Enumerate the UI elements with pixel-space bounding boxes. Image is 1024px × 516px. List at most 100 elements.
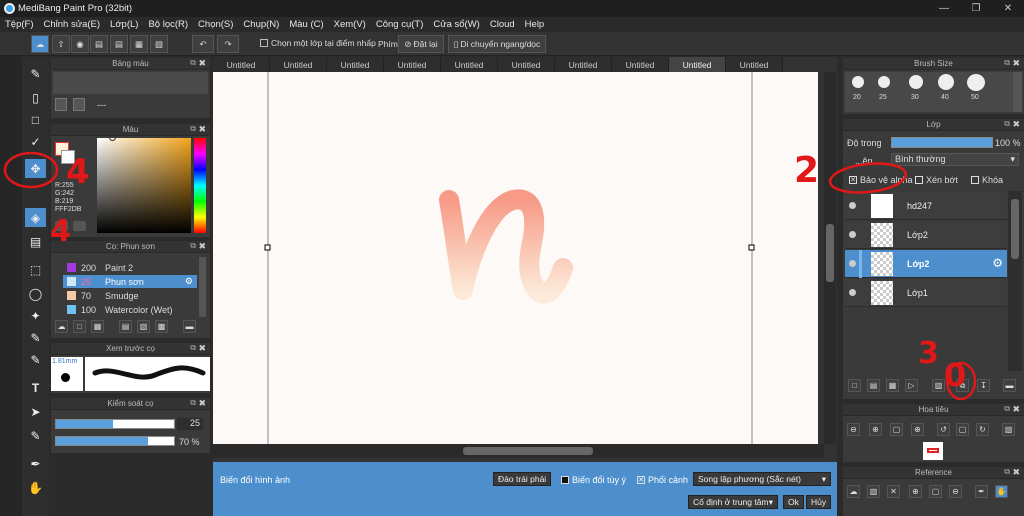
fill-tool-icon[interactable]: ◈ xyxy=(25,208,46,227)
color-picker-cursor[interactable] xyxy=(109,134,116,141)
magic-wand-icon[interactable]: ✦ xyxy=(25,306,46,325)
close-icon[interactable]: ✖ xyxy=(1012,119,1020,130)
close-icon[interactable]: ✖ xyxy=(1012,467,1020,478)
layer-row[interactable]: hd247 xyxy=(845,192,1007,220)
brush-item[interactable]: 70 Smudge xyxy=(63,289,197,302)
tab-untitled[interactable]: Untitled xyxy=(498,57,555,72)
merge-layer-icon[interactable]: ↧ xyxy=(977,379,990,392)
document-icon[interactable]: ▤ xyxy=(110,35,128,53)
popout-icon[interactable]: ⧉ xyxy=(1004,404,1010,414)
brush-cloud-icon[interactable]: ☁ xyxy=(55,320,68,333)
opacity-slider[interactable] xyxy=(55,436,175,446)
brush-size-item[interactable]: 30 xyxy=(905,74,927,106)
checkbox[interactable] xyxy=(561,476,569,484)
tab-untitled[interactable]: Untitled xyxy=(441,57,498,72)
brush-size-item[interactable]: 40 xyxy=(935,74,957,106)
palette-delete-icon[interactable] xyxy=(73,98,85,111)
divide-tool-icon[interactable]: ✎ xyxy=(25,426,46,445)
ref-open-icon[interactable]: ▧ xyxy=(867,485,880,498)
popout-icon[interactable]: ⧉ xyxy=(190,124,196,134)
horizontal-scroll-thumb[interactable] xyxy=(463,447,593,455)
ref-fit-icon[interactable]: ▢ xyxy=(929,485,942,498)
free-transform-option[interactable]: Biến đổi tùy ý xyxy=(561,475,626,485)
menu-filter[interactable]: Bộ lọc(R) xyxy=(143,19,193,30)
lock-option[interactable]: Khóa xyxy=(971,175,1003,185)
popout-icon[interactable]: ⧉ xyxy=(1004,119,1010,129)
text-tool-icon[interactable]: T xyxy=(25,378,46,397)
ok-button[interactable]: Ok xyxy=(783,495,804,509)
reset-view-icon[interactable]: ▢ xyxy=(956,423,969,436)
eraser-tool-icon[interactable]: ▯ xyxy=(25,88,46,107)
close-icon[interactable]: ✖ xyxy=(198,241,206,252)
fit-icon[interactable]: ▢ xyxy=(890,423,903,436)
close-icon[interactable]: ✖ xyxy=(198,398,206,409)
tab-untitled[interactable]: Untitled xyxy=(726,57,783,72)
close-icon[interactable]: ✖ xyxy=(1012,404,1020,415)
brush-item-selected[interactable]: 25 Phun sơn ⚙ xyxy=(63,275,197,288)
palette-new-icon[interactable] xyxy=(55,98,67,111)
close-icon[interactable]: ✖ xyxy=(1012,58,1020,69)
size-value[interactable]: 25 xyxy=(177,418,203,430)
rotate-right-icon[interactable]: ↻ xyxy=(976,423,989,436)
brush-folder-icon[interactable]: ▧ xyxy=(137,320,150,333)
tab-untitled[interactable]: Untitled xyxy=(555,57,612,72)
brush-add-icon[interactable]: ▦ xyxy=(91,320,104,333)
blend-mode-select[interactable]: Bình thường ▾ xyxy=(891,153,1019,166)
close-button[interactable]: ✕ xyxy=(992,0,1024,17)
layer-add-menu-icon[interactable]: ▷ xyxy=(905,379,918,392)
popout-icon[interactable]: ⧉ xyxy=(1004,467,1010,477)
zoom-in-icon[interactable]: ⊕ xyxy=(869,423,882,436)
menu-edit[interactable]: Chỉnh sửa(E) xyxy=(39,19,106,30)
ref-hand-icon[interactable]: ✋ xyxy=(995,485,1008,498)
maximize-button[interactable]: ❐ xyxy=(960,0,992,17)
checkbox[interactable] xyxy=(260,39,268,47)
undo-button[interactable]: ↶ xyxy=(192,35,214,53)
ref-eyedropper-icon[interactable]: ✒ xyxy=(975,485,988,498)
layer-row[interactable]: Lớp2 xyxy=(845,221,1007,249)
color-sv-picker[interactable] xyxy=(97,138,191,233)
hue-slider[interactable] xyxy=(194,138,206,233)
checkbox-checked[interactable]: ✕ xyxy=(637,476,645,484)
gradient-tool-icon[interactable]: ▤ xyxy=(25,232,46,251)
popout-icon[interactable]: ⧉ xyxy=(1004,58,1010,68)
layer-opacity-slider[interactable] xyxy=(891,137,993,148)
ref-cloud-icon[interactable]: ☁ xyxy=(847,485,860,498)
close-icon[interactable]: ✖ xyxy=(198,343,206,354)
chat-icon[interactable]: ▤ xyxy=(90,35,108,53)
popout-icon[interactable]: ⧉ xyxy=(190,343,196,353)
actual-size-icon[interactable]: ⊕ xyxy=(911,423,924,436)
brush-size-item[interactable]: 20 xyxy=(847,74,869,106)
brush-delete-icon[interactable]: ▬ xyxy=(183,320,196,333)
brush-settings-icon[interactable]: ▩ xyxy=(155,320,168,333)
brush-copy-icon[interactable]: ▤ xyxy=(119,320,132,333)
anchor-select[interactable]: Cố định ở trung tâm ▾ xyxy=(688,495,778,509)
visibility-icon[interactable] xyxy=(849,289,856,296)
layout-icon[interactable]: ▧ xyxy=(150,35,168,53)
select-pen-icon[interactable]: ✎ xyxy=(25,328,46,347)
eyedropper-toggle[interactable] xyxy=(73,221,86,231)
new-8bit-icon[interactable]: ▦ xyxy=(886,379,899,392)
tab-untitled[interactable]: Untitled xyxy=(384,57,441,72)
tab-untitled[interactable]: Untitled xyxy=(270,57,327,72)
move-tool-icon[interactable]: ✥ xyxy=(25,159,46,178)
brush-size-item[interactable]: 25 xyxy=(873,74,895,106)
reset-button[interactable]: ⊘ Đặt lại xyxy=(398,35,444,53)
select-one-layer-option[interactable]: Chọn một lớp tại điểm nhấp xyxy=(260,38,376,48)
ref-zoom-out-icon[interactable]: ⊖ xyxy=(949,485,962,498)
flip-view-icon[interactable]: ▧ xyxy=(1002,423,1015,436)
popout-icon[interactable]: ⧉ xyxy=(190,398,196,408)
redo-button[interactable]: ↷ xyxy=(217,35,239,53)
menu-tools[interactable]: Công cụ(T) xyxy=(371,19,429,30)
layer-row-selected[interactable]: Lớp2 ⚙ xyxy=(845,250,1007,278)
comment-icon[interactable]: ◉ xyxy=(71,35,89,53)
flip-horizontal-button[interactable]: Đảo trái phải xyxy=(493,472,552,486)
menu-select[interactable]: Chọn(S) xyxy=(193,19,238,30)
tab-untitled[interactable]: Untitled xyxy=(612,57,669,72)
brush-tool-icon[interactable]: ✎ xyxy=(25,64,46,83)
rect-tool-icon[interactable]: □ xyxy=(25,110,46,129)
zoom-out-icon[interactable]: ⊖ xyxy=(847,423,860,436)
menu-snap[interactable]: Chụp(N) xyxy=(238,19,284,30)
layer-row[interactable]: Lớp1 xyxy=(845,279,1007,307)
select-erase-icon[interactable]: ✎ xyxy=(25,350,46,369)
tab-untitled[interactable]: Untitled xyxy=(327,57,384,72)
